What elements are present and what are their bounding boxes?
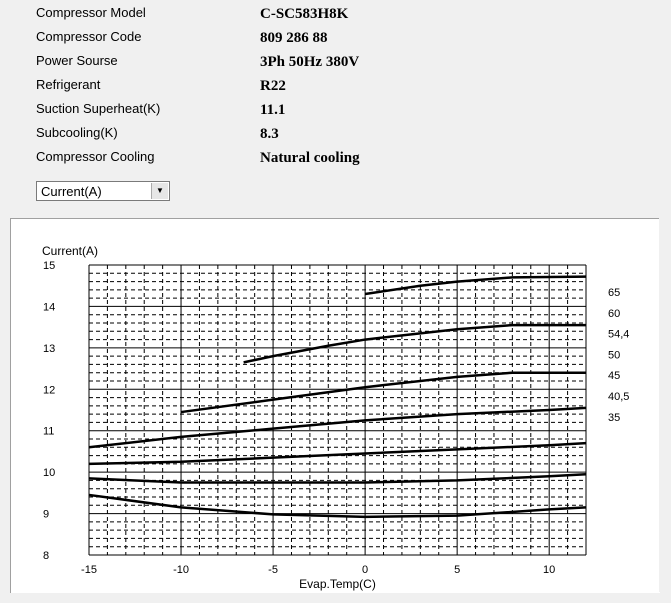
info-value: 809 286 88 <box>260 30 328 46</box>
y-axis-label: Current(A) <box>42 244 98 258</box>
info-value: 8.3 <box>260 126 279 142</box>
scrollbar[interactable] <box>659 218 671 592</box>
x-tick-label: -15 <box>81 564 97 576</box>
chevron-down-icon[interactable]: ▼ <box>151 183 168 199</box>
chart-type-select[interactable]: Current(A) ▼ <box>36 181 170 201</box>
info-label: Suction Superheat(K) <box>36 101 161 116</box>
chart-panel: -15 -10 -5 0 5 10 8 9 10 11 12 13 14 15 Current(A) Evap… <box>10 218 660 593</box>
x-tick-label: -5 <box>268 564 278 576</box>
current-chart: -15 -10 -5 0 5 10 8 9 10 11 12 13 14 15 Current(A) Evap… <box>42 244 629 591</box>
y-tick-label: 9 <box>43 509 49 521</box>
info-value: 3Ph 50Hz 380V <box>260 54 360 70</box>
select-value: Current(A) <box>41 184 102 199</box>
curve-label: 40,5 <box>608 391 629 403</box>
y-tick-label: 10 <box>43 467 55 479</box>
y-tick-label: 14 <box>43 301 55 313</box>
y-tick-label: 8 <box>43 550 49 562</box>
info-label: Compressor Code <box>36 29 142 44</box>
y-tick-label: 12 <box>43 384 55 396</box>
info-label: Subcooling(K) <box>36 125 118 140</box>
series-line-4 <box>88 441 587 466</box>
info-label: Refrigerant <box>36 77 101 92</box>
y-tick-label: 13 <box>43 343 55 355</box>
curve-label: 65 <box>608 287 620 299</box>
curve-label: 54,4 <box>608 329 629 341</box>
y-tick-label: 11 <box>43 426 54 438</box>
y-tick-label: 15 <box>43 260 55 272</box>
curve-label: 50 <box>608 349 620 361</box>
x-tick-label: 10 <box>543 564 555 576</box>
curve-label: 60 <box>608 308 620 320</box>
info-value: Natural cooling <box>260 150 360 166</box>
curve-label: 35 <box>608 412 620 424</box>
info-value: C-SC583H8K <box>260 6 349 22</box>
info-value: 11.1 <box>260 102 286 118</box>
curve-label: 45 <box>608 370 620 382</box>
info-label: Compressor Model <box>36 5 146 20</box>
x-tick-label: -10 <box>173 564 189 576</box>
x-axis-label: Evap.Temp(C) <box>299 577 376 591</box>
series-line-1 <box>243 323 586 364</box>
series-line-5 <box>88 472 587 484</box>
info-value: R22 <box>260 78 286 94</box>
x-tick-label: 0 <box>362 564 368 576</box>
info-label: Power Sourse <box>36 53 118 68</box>
x-tick-label: 5 <box>454 564 460 576</box>
info-label: Compressor Cooling <box>36 149 155 164</box>
series-line-0 <box>364 275 587 296</box>
